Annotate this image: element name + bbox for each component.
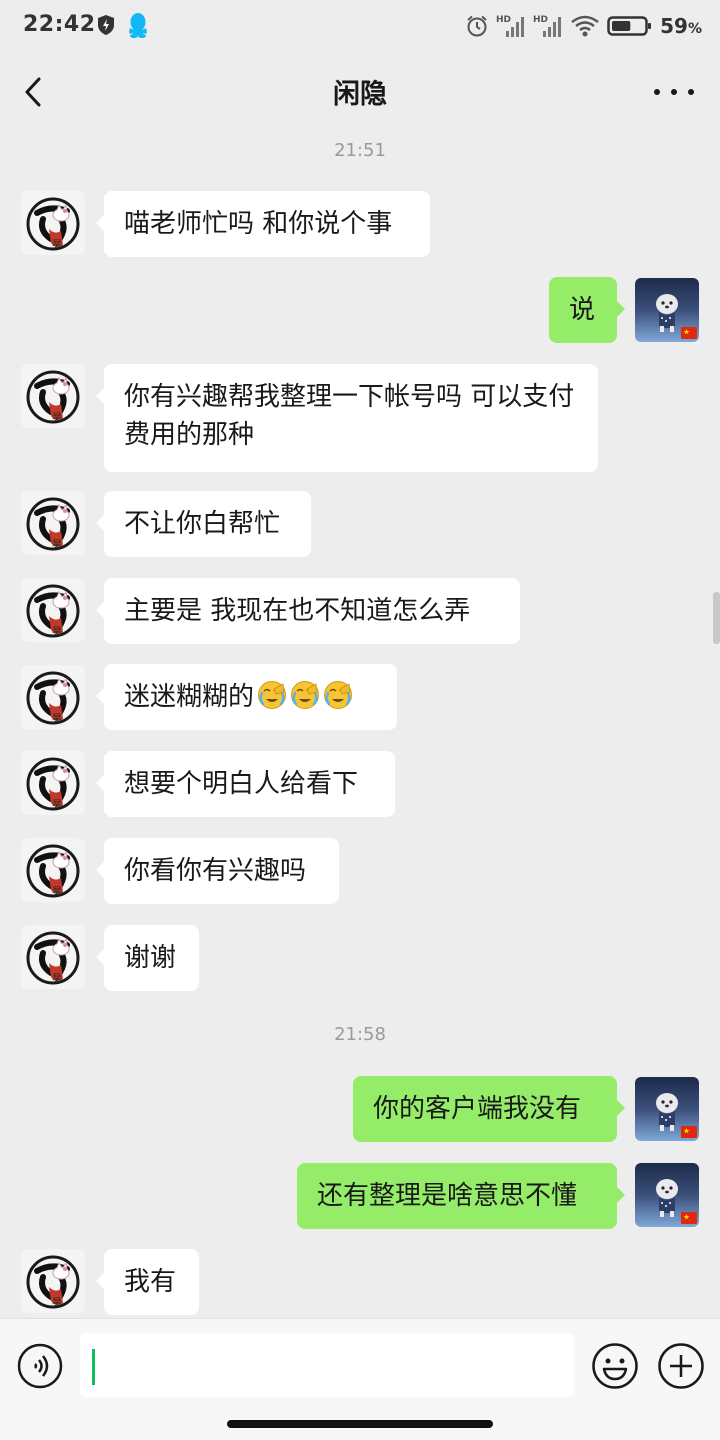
avatar-label: 昊 bbox=[52, 412, 62, 424]
contact-avatar[interactable]: 昊 bbox=[21, 578, 85, 642]
alarm-icon bbox=[467, 15, 487, 37]
facepalm-emoji bbox=[323, 680, 353, 710]
network-label: HD bbox=[496, 15, 511, 25]
incoming-message[interactable]: 不让你白帮忙 bbox=[96, 491, 311, 557]
avatar-label: 昊 bbox=[52, 239, 62, 251]
battery-percent-unit: % bbox=[687, 21, 702, 37]
shield-icon bbox=[98, 15, 114, 35]
incoming-message[interactable]: 我有 bbox=[96, 1249, 199, 1315]
message-text: 不让你白帮忙 bbox=[124, 509, 281, 539]
contact-avatar[interactable]: 昊 bbox=[21, 1249, 85, 1313]
message-text: 你的客户端我没有 bbox=[373, 1094, 582, 1124]
avatar-label: 昊 bbox=[52, 799, 62, 811]
message-list[interactable]: 21:51 昊喵老师忙吗 和你说个事说昊你有兴趣帮我整理一下帐号吗 可以支付费用的… bbox=[0, 130, 720, 1318]
contact-avatar[interactable]: 昊 bbox=[21, 191, 85, 255]
contact-avatar[interactable]: 昊 bbox=[21, 665, 85, 729]
facepalm-emoji bbox=[257, 680, 287, 710]
incoming-message[interactable]: 迷迷糊糊的 bbox=[96, 664, 397, 730]
voice-button[interactable] bbox=[17, 1343, 63, 1389]
smile-icon[interactable] bbox=[591, 1342, 639, 1390]
incoming-message[interactable]: 你看你有兴趣吗 bbox=[96, 838, 339, 904]
avatar-label: 昊 bbox=[52, 1297, 62, 1309]
contact-avatar[interactable]: 昊 bbox=[21, 925, 85, 989]
avatar-label: 昊 bbox=[52, 539, 62, 551]
more-dot bbox=[671, 89, 677, 95]
battery-percent-value: 59 bbox=[660, 14, 688, 38]
outgoing-message[interactable]: 还有整理是啥意思不懂 bbox=[297, 1163, 625, 1229]
message-text: 想要个明白人给看下 bbox=[124, 769, 359, 799]
wifi-icon bbox=[571, 15, 599, 37]
facepalm-emoji bbox=[290, 680, 320, 710]
message-text: 还有整理是啥意思不懂 bbox=[317, 1181, 578, 1211]
message-text: 喵老师忙吗 和你说个事 bbox=[124, 209, 393, 239]
contact-avatar[interactable]: 昊 bbox=[21, 491, 85, 555]
contact-avatar[interactable]: 昊 bbox=[21, 751, 85, 815]
network-label: HD bbox=[533, 15, 548, 25]
signal-icon: HD bbox=[496, 15, 525, 37]
battery-icon bbox=[607, 16, 652, 36]
incoming-message[interactable]: 谢谢 bbox=[96, 925, 199, 991]
status-time: 22:42 bbox=[23, 12, 96, 37]
message-text: 谢谢 bbox=[124, 943, 177, 973]
avatar-label: 昊 bbox=[52, 886, 62, 898]
page-title: 闲隐 bbox=[333, 79, 387, 110]
avatar-label: 昊 bbox=[52, 713, 62, 725]
message-text: 你看你有兴趣吗 bbox=[124, 856, 307, 886]
incoming-message[interactable]: 喵老师忙吗 和你说个事 bbox=[96, 191, 430, 257]
incoming-message[interactable]: 主要是 我现在也不知道怎么弄 bbox=[96, 578, 520, 644]
contact-avatar[interactable]: 昊 bbox=[21, 364, 85, 428]
qq-icon bbox=[129, 13, 147, 38]
message-text: 你有兴趣帮我整理一下帐号吗 可以支付费用的那种 bbox=[124, 382, 575, 450]
my-avatar[interactable] bbox=[635, 278, 699, 342]
signal-icon: HD bbox=[533, 15, 562, 37]
chat-header: 闲隐 bbox=[0, 52, 720, 130]
message-text: 我有 bbox=[124, 1267, 177, 1297]
message-input[interactable] bbox=[80, 1333, 574, 1397]
plus-icon[interactable] bbox=[657, 1342, 705, 1390]
home-indicator[interactable] bbox=[227, 1420, 493, 1428]
more-dot bbox=[654, 89, 660, 95]
timestamp: 21:58 bbox=[334, 1024, 386, 1045]
avatar-label: 昊 bbox=[52, 626, 62, 638]
my-avatar[interactable] bbox=[635, 1077, 699, 1141]
incoming-message[interactable]: 想要个明白人给看下 bbox=[96, 751, 395, 817]
avatar-label: 昊 bbox=[52, 973, 62, 985]
message-text: 说 bbox=[569, 295, 596, 325]
timestamp: 21:51 bbox=[334, 140, 386, 161]
scrollbar[interactable] bbox=[713, 592, 720, 644]
contact-avatar[interactable]: 昊 bbox=[21, 838, 85, 902]
battery-percent: 59% bbox=[660, 14, 702, 38]
more-button[interactable] bbox=[654, 80, 694, 104]
incoming-message[interactable]: 你有兴趣帮我整理一下帐号吗 可以支付费用的那种 bbox=[96, 364, 598, 472]
text-caret bbox=[92, 1349, 95, 1385]
my-avatar[interactable] bbox=[635, 1163, 699, 1227]
status-bar: 22:42 HD HD 59% bbox=[0, 0, 720, 52]
message-text: 主要是 我现在也不知道怎么弄 bbox=[124, 596, 471, 626]
message-text: 迷迷糊糊的 bbox=[124, 682, 255, 712]
outgoing-message[interactable]: 你的客户端我没有 bbox=[353, 1076, 625, 1142]
status-icons: HD HD 59% bbox=[465, 12, 702, 40]
outgoing-message[interactable]: 说 bbox=[549, 277, 625, 343]
more-dot bbox=[688, 89, 694, 95]
